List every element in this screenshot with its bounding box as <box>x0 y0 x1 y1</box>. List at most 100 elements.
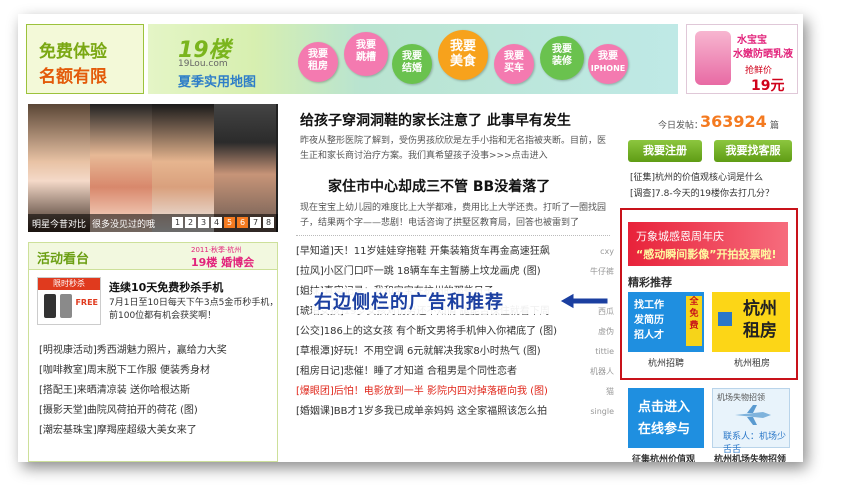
activity-item[interactable]: [咖啡教室]周末脱下工作服 便装秀身材 <box>39 361 227 381</box>
slideshow-page-6[interactable]: 6 <box>237 217 248 228</box>
celebrity-photo <box>28 104 90 232</box>
site-map-banner[interactable]: 19楼 19Lou.com 夏季实用地图 我要 租房 我要 跳槽 我要 结婚 我要 美食 我要买… <box>148 24 678 94</box>
headline-1[interactable]: 给孩子穿洞洞鞋的家长注意了 此事早有发生 <box>300 110 571 130</box>
tile-title: 机场失物招领 <box>717 393 765 402</box>
ad-price: 19元 <box>751 78 785 94</box>
bubble-买车-link[interactable]: 我要 买车 <box>494 44 534 84</box>
bubble-label: 我要 <box>449 39 476 54</box>
customer-service-button[interactable]: 我要找客服 <box>714 140 792 162</box>
slideshow-page-2[interactable]: 2 <box>185 217 196 228</box>
bubble-label: 结婚 <box>402 63 422 75</box>
news-list: [早知道]天！11岁娃娃穿拖鞋 开集装箱货车再金高速狂飙 cxy [拉风]小区门口吓… <box>296 242 614 422</box>
phone-icon <box>60 294 72 318</box>
bubble-label: 我要 <box>402 51 422 63</box>
slideshow-page-3[interactable]: 3 <box>198 217 209 228</box>
tile-lines: 找工作 发简历 招人才 <box>634 298 664 343</box>
news-author[interactable]: tittie <box>595 342 614 362</box>
news-author[interactable]: cxy <box>600 242 614 262</box>
activity-item[interactable]: [搭配王]来晒清凉装 送你哈根达斯 <box>39 381 227 401</box>
bubble-iphone-link[interactable]: 我要 IPHONE <box>588 44 628 84</box>
news-item[interactable]: [爆眼团]后怕！电影放到一半 影院内四对掉落砸向我 (图) 猫 <box>296 382 614 402</box>
caption-right[interactable]: 很多没见过的哦 <box>92 217 155 230</box>
rental-tile[interactable]: 杭州租房 <box>712 292 790 352</box>
recruitment-tile[interactable]: 找工作 发简历 招人才 全免费 <box>628 292 704 352</box>
tile-caption[interactable]: 杭州招聘 <box>648 356 684 369</box>
main-news-column: 给孩子穿洞洞鞋的家长注意了 此事早有发生 昨夜从整形医院了解到，受伤男孩欣欣是左… <box>290 104 620 462</box>
news-item[interactable]: [草根潭]好玩！不用空调 6元就解决我家8小时热气 (图) tittie <box>296 342 614 362</box>
bubble-美食-link[interactable]: 我要 美食 <box>438 30 488 80</box>
news-item[interactable]: [早知道]天！11岁娃娃穿拖鞋 开集装箱货车再金高速狂飙 cxy <box>296 242 614 262</box>
tile-title: 杭州租房 <box>743 299 777 341</box>
headline-2[interactable]: 家住市中心却成三不管 BB没着落了 <box>328 176 550 196</box>
free-badge: 全免费 <box>686 296 702 346</box>
tile-line: 招人才 <box>634 330 664 341</box>
lost-found-tile[interactable]: 机场失物招领 联系人：机场少舌舌 <box>712 388 790 455</box>
caption-left[interactable]: 明星今昔对比 <box>32 217 86 230</box>
news-title[interactable]: [拉风]小区门口吓一跳 18辆车车主暂勝上坟龙画虎 (图) <box>296 266 541 277</box>
bubble-结婚-link[interactable]: 我要 结婚 <box>392 44 432 84</box>
slideshow-page-8[interactable]: 8 <box>263 217 274 228</box>
bubble-跳槽-link[interactable]: 我要 跳槽 <box>344 32 388 76</box>
tile-caption[interactable]: 杭州机场失物招领 <box>714 452 786 462</box>
tile-line: 找工作 <box>634 300 664 311</box>
bubble-租房-link[interactable]: 我要 租房 <box>298 42 338 82</box>
news-author[interactable]: single <box>590 402 614 422</box>
bubble-label: 我要 <box>504 51 524 63</box>
slideshow-page-5[interactable]: 5 <box>224 217 235 228</box>
survey-tile[interactable]: 点击进入 在线参与 <box>628 388 704 448</box>
news-author[interactable]: 虚伪 <box>598 322 614 342</box>
annotation-label: 右边侧栏的广告和推荐 <box>312 288 556 314</box>
promo-title[interactable]: 连续10天免费秒杀手机 <box>109 279 223 295</box>
slideshow-page-1[interactable]: 1 <box>172 217 183 228</box>
news-item[interactable]: [公交]186上的这女孩 有个断文男将手机伸入你裙底了 (图) 虚伪 <box>296 322 614 342</box>
right-sidebar: 今日发帖： 363924 篇 我要注册 我要找客服 [征集]杭州的价值观核心词是… <box>620 104 798 462</box>
bubble-label: 我要 <box>356 39 376 51</box>
wedding-expo-badge[interactable]: 2011·秋季·杭州 19楼 婚博会 <box>177 245 273 269</box>
tile-caption[interactable]: 征集杭州价值观 <box>632 452 695 462</box>
bubble-装修-link[interactable]: 我要 装修 <box>540 36 584 80</box>
activity-list: [明视康活动]秀西湖魅力照片，赢给力大奖 [咖啡教室]周末脱下工作服 便装秀身材[… <box>39 341 227 441</box>
news-title[interactable]: [公交]186上的这女孩 有个断文男将手机伸入你裙底了 (图) <box>296 326 557 337</box>
promo-product-image[interactable]: 限时秒杀 FREE <box>37 277 101 325</box>
counter-label: 今日发帖： <box>658 121 704 131</box>
bubble-label: 装修 <box>552 55 572 67</box>
news-item[interactable]: [租房日记]悲催！睡了才知道 合租男是个同性恋者 机器人 <box>296 362 614 382</box>
headline-1-summary: 昨夜从整形医院了解到，受伤男孩欣欣是左手小指和无名指被夹断。目前，医生正和家长商… <box>300 136 607 161</box>
news-author[interactable]: 猫 <box>606 382 614 402</box>
news-title[interactable]: [早知道]天！11岁娃娃穿拖鞋 开集装箱货车再金高速狂飙 <box>296 246 550 257</box>
news-author[interactable]: 牛仔裤 <box>590 262 614 282</box>
sidebar-link[interactable]: [征集]杭州的价值观核心词是什么 <box>630 170 774 186</box>
photo-slideshow[interactable]: 明星今昔对比 很多没见过的哦 12345678 <box>28 104 278 232</box>
tile-caption[interactable]: 杭州租房 <box>734 356 770 369</box>
activity-item[interactable]: [潮宏基珠宝]摩羯座超级大美女来了 <box>39 421 227 441</box>
sidebar-link[interactable]: [调查]7.8-今天的19楼你去打几分？ <box>630 186 774 202</box>
banner-slogan: 夏季实用地图 <box>178 75 257 90</box>
news-author[interactable]: 机器人 <box>590 362 614 382</box>
badge-text: 19楼 婚博会 <box>191 256 255 269</box>
activity-header: 活动看台 2011·秋季·杭州 19楼 婚博会 <box>29 243 277 270</box>
activity-item[interactable]: [摄影天堂]曲院风荷拍开的荷花 (图) <box>39 401 227 421</box>
slideshow-page-4[interactable]: 4 <box>211 217 222 228</box>
tile-line: 点击进入 <box>638 400 691 415</box>
cosmetic-ad[interactable]: 水宝宝 水嫩防晒乳液 抢鲜价 19元 <box>686 24 798 94</box>
news-title[interactable]: [婚姻课]BB才1岁多我已成单亲妈妈 这全家福照该怎么拍 <box>296 406 547 417</box>
bubble-label: 我要 <box>552 43 572 55</box>
activity-title: 活动看台 <box>37 252 90 267</box>
register-button[interactable]: 我要注册 <box>628 140 702 162</box>
ad-text: 名额有限 <box>39 67 107 87</box>
news-title[interactable]: [爆眼团]后怕！电影放到一半 影院内四对掉落砸向我 (图) <box>296 386 548 397</box>
activity-item[interactable]: [明视康活动]秀西湖魅力照片，赢给力大奖 <box>39 341 227 361</box>
product-tag: 限时秒杀 <box>38 278 100 290</box>
house-icon <box>718 312 732 326</box>
news-title[interactable]: [草根潭]好玩！不用空调 6元就解决我家8小时热气 (图) <box>296 346 541 357</box>
mixc-banner-ad[interactable]: 万象城感恩周年庆 “感动瞬间影像”开拍投票啦! <box>628 222 788 266</box>
counter-value: 363924 <box>700 112 767 131</box>
news-item[interactable]: [拉风]小区门口吓一跳 18辆车车主暂勝上坟龙画虎 (图) 牛仔裤 <box>296 262 614 282</box>
ad-brand: 水宝宝 <box>737 35 767 46</box>
divider <box>296 235 610 236</box>
tile-line: 发简历 <box>634 315 664 326</box>
free-trial-ad[interactable]: 免费体验 名额有限 <box>26 24 144 94</box>
slideshow-page-7[interactable]: 7 <box>250 217 261 228</box>
news-title[interactable]: [租房日记]悲催！睡了才知道 合租男是个同性恋者 <box>296 366 517 377</box>
news-item[interactable]: [婚姻课]BB才1岁多我已成单亲妈妈 这全家福照该怎么拍 single <box>296 402 614 422</box>
